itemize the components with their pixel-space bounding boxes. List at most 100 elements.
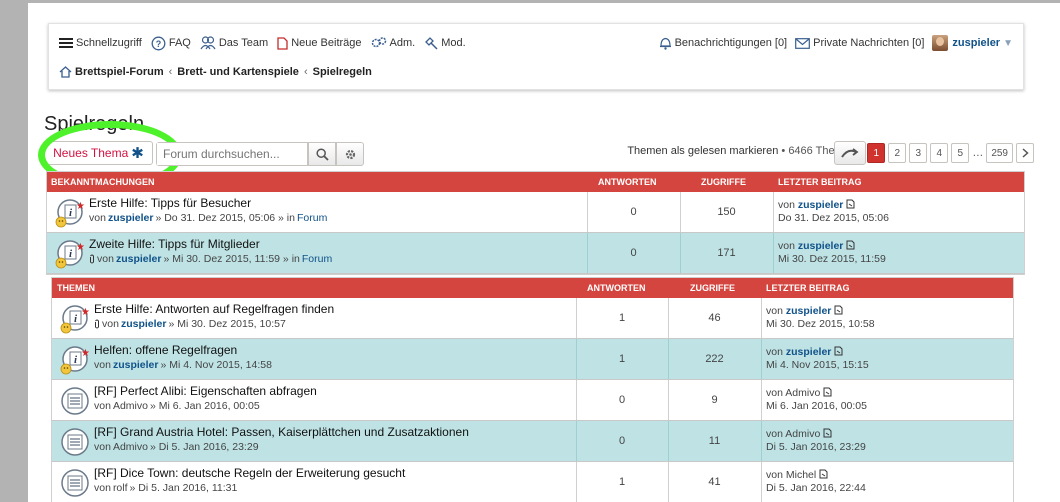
reply-count: 0 (630, 206, 637, 218)
topic-title[interactable]: [RF] Grand Austria Hotel: Passen, Kaiser… (94, 425, 469, 439)
last-post-info: von zuspieler Mi 4. Nov 2015, 15:15 (766, 346, 869, 372)
last-by-label: von (766, 305, 783, 317)
view-latest-post-icon[interactable] (846, 199, 855, 209)
faq-link[interactable]: ? FAQ (151, 36, 191, 51)
topic-forum-link[interactable]: Forum (302, 253, 332, 265)
topic-author[interactable]: zuspieler (113, 359, 159, 371)
mark-read-link[interactable]: Themen als gelesen markieren (627, 145, 778, 157)
by-label: von (102, 318, 119, 330)
topic-title[interactable]: [RF] Perfect Alibi: Eigenschaften abfrag… (94, 384, 317, 398)
topic-title[interactable]: Erste Hilfe: Antworten auf Regelfragen f… (94, 302, 334, 316)
view-latest-post-icon[interactable] (846, 240, 855, 250)
by-label: von (94, 482, 111, 494)
last-post-author[interactable]: zuspieler (798, 240, 844, 252)
topic-row: [RF] Dice Town: deutsche Regeln der Erwe… (52, 462, 1013, 502)
announcement-row: i ★ Zweite Hilfe: Tipps für Mitglieder von z… (47, 233, 1024, 274)
reply-count: 1 (618, 312, 626, 324)
page-5[interactable]: 5 (951, 143, 970, 163)
page-4[interactable]: 4 (930, 143, 949, 163)
column-divider (761, 298, 762, 338)
topic-read-icon (61, 428, 89, 456)
svg-text:★: ★ (76, 242, 85, 253)
breadcrumb-separator: ‹ (303, 66, 308, 78)
last-post-date: Mi 4. Nov 2015, 15:15 (766, 359, 869, 371)
topics-list: THEMEN ANTWORTEN ZUGRIFFE LETZTER BEITRA… (51, 277, 1014, 502)
mark-read-area: Themen als gelesen markieren • 6466 Them… (627, 145, 856, 157)
last-post-date: Di 5. Jan 2016, 22:44 (766, 482, 866, 494)
topic-title[interactable]: Erste Hilfe: Tipps für Besucher (89, 196, 251, 210)
notifications-link[interactable]: Benachrichtigungen [0] (659, 36, 788, 50)
topic-title[interactable]: Helfen: offene Regelfragen (94, 343, 237, 357)
last-post-date: Mi 30. Dez 2015, 10:58 (766, 318, 875, 330)
page-last[interactable]: 259 (986, 143, 1013, 163)
view-latest-post-icon[interactable] (819, 469, 828, 479)
new-posts-link[interactable]: Neue Beiträge (277, 36, 362, 50)
new-posts-label: Neue Beiträge (291, 37, 362, 49)
announcements-header: BEKANNTMACHUNGEN ANTWORTEN ZUGRIFFE LETZ… (47, 172, 1024, 192)
topic-date: » Di 5. Jan 2016, 23:29 (149, 441, 259, 453)
announcements-rows: i ★ Erste Hilfe: Tipps für Besucher von zusp… (47, 192, 1024, 274)
column-divider (761, 380, 762, 420)
topic-title[interactable]: Zweite Hilfe: Tipps für Mitglieder (89, 237, 260, 251)
search-button[interactable] (308, 142, 336, 166)
gavel-icon (425, 37, 438, 50)
quick-access-link[interactable]: Schnellzugriff (59, 37, 142, 49)
reply-count: 0 (618, 394, 626, 406)
breadcrumb-current[interactable]: Spielregeln (313, 66, 372, 78)
view-latest-post-icon[interactable] (834, 346, 843, 356)
last-post-author[interactable]: Admivo (785, 428, 820, 440)
page-3[interactable]: 3 (909, 143, 928, 163)
topic-meta: von zuspieler» Do 31. Dez 2015, 05:06 » i… (89, 212, 329, 224)
quick-access-label: Schnellzugriff (76, 37, 142, 49)
by-label: von (97, 253, 114, 265)
private-messages-link[interactable]: Private Nachrichten [0] (795, 37, 924, 49)
next-page-button[interactable] (1016, 143, 1034, 163)
advanced-search-button[interactable] (336, 142, 364, 166)
search-input[interactable] (157, 143, 307, 165)
topic-title[interactable]: [RF] Dice Town: deutsche Regeln der Erwe… (94, 466, 405, 480)
last-post-author[interactable]: zuspieler (786, 346, 832, 358)
last-post-author[interactable]: zuspieler (786, 305, 832, 317)
topic-forum-link[interactable]: Forum (297, 212, 327, 224)
team-link[interactable]: Das Team (200, 36, 268, 50)
topic-row: i ★ Helfen: offene Regelfragen von zuspieler… (52, 339, 1013, 380)
page-2[interactable]: 2 (888, 143, 907, 163)
breadcrumb-category[interactable]: Brett- und Kartenspiele (177, 66, 299, 78)
breadcrumb-separator: ‹ (168, 66, 173, 78)
topic-author[interactable]: zuspieler (108, 212, 154, 224)
mod-link[interactable]: Mod. (424, 36, 466, 50)
notifications-label: Benachrichtigungen [0] (674, 37, 788, 49)
sort-arrow-icon (841, 148, 859, 158)
forum-search-field[interactable] (156, 142, 308, 166)
sort-options-button[interactable] (834, 141, 866, 165)
last-post-author[interactable]: Michel (786, 469, 816, 481)
breadcrumb-forum[interactable]: Brettspiel-Forum (75, 66, 164, 78)
user-menu[interactable]: zuspieler ▼ (932, 35, 1013, 51)
by-label: von (94, 441, 111, 453)
page-1[interactable]: 1 (867, 143, 886, 163)
bell-icon (659, 37, 671, 50)
last-post-author[interactable]: Admivo (785, 387, 820, 399)
pagination: 1 2 3 4 5 … 259 (864, 143, 1034, 163)
view-latest-post-icon[interactable] (834, 305, 843, 315)
topic-author[interactable]: Admivo (113, 400, 148, 412)
announcements-header-label: BEKANNTMACHUNGEN (51, 177, 155, 187)
column-divider (761, 462, 762, 502)
announcement-icon: i★ (55, 240, 85, 269)
team-label: Das Team (218, 37, 269, 49)
last-post-info: von zuspieler Do 31. Dez 2015, 05:06 (778, 199, 889, 225)
search-icon (315, 147, 329, 161)
adm-link[interactable]: Adm. (371, 36, 415, 50)
topic-date: » Mi 4. Nov 2015, 14:58 (160, 359, 272, 371)
view-latest-post-icon[interactable] (823, 387, 832, 397)
topic-author[interactable]: zuspieler (121, 318, 167, 330)
reply-count: 1 (618, 476, 626, 488)
view-latest-post-icon[interactable] (823, 428, 832, 438)
topic-author[interactable]: Admivo (113, 441, 148, 453)
last-post-author[interactable]: zuspieler (798, 199, 844, 211)
announcements-list: BEKANNTMACHUNGEN ANTWORTEN ZUGRIFFE LETZ… (46, 171, 1025, 275)
attachment-icon (90, 254, 94, 264)
topic-author[interactable]: zuspieler (116, 253, 162, 265)
topic-author[interactable]: rolf (113, 482, 128, 494)
topic-row: [RF] Grand Austria Hotel: Passen, Kaiser… (52, 421, 1013, 462)
